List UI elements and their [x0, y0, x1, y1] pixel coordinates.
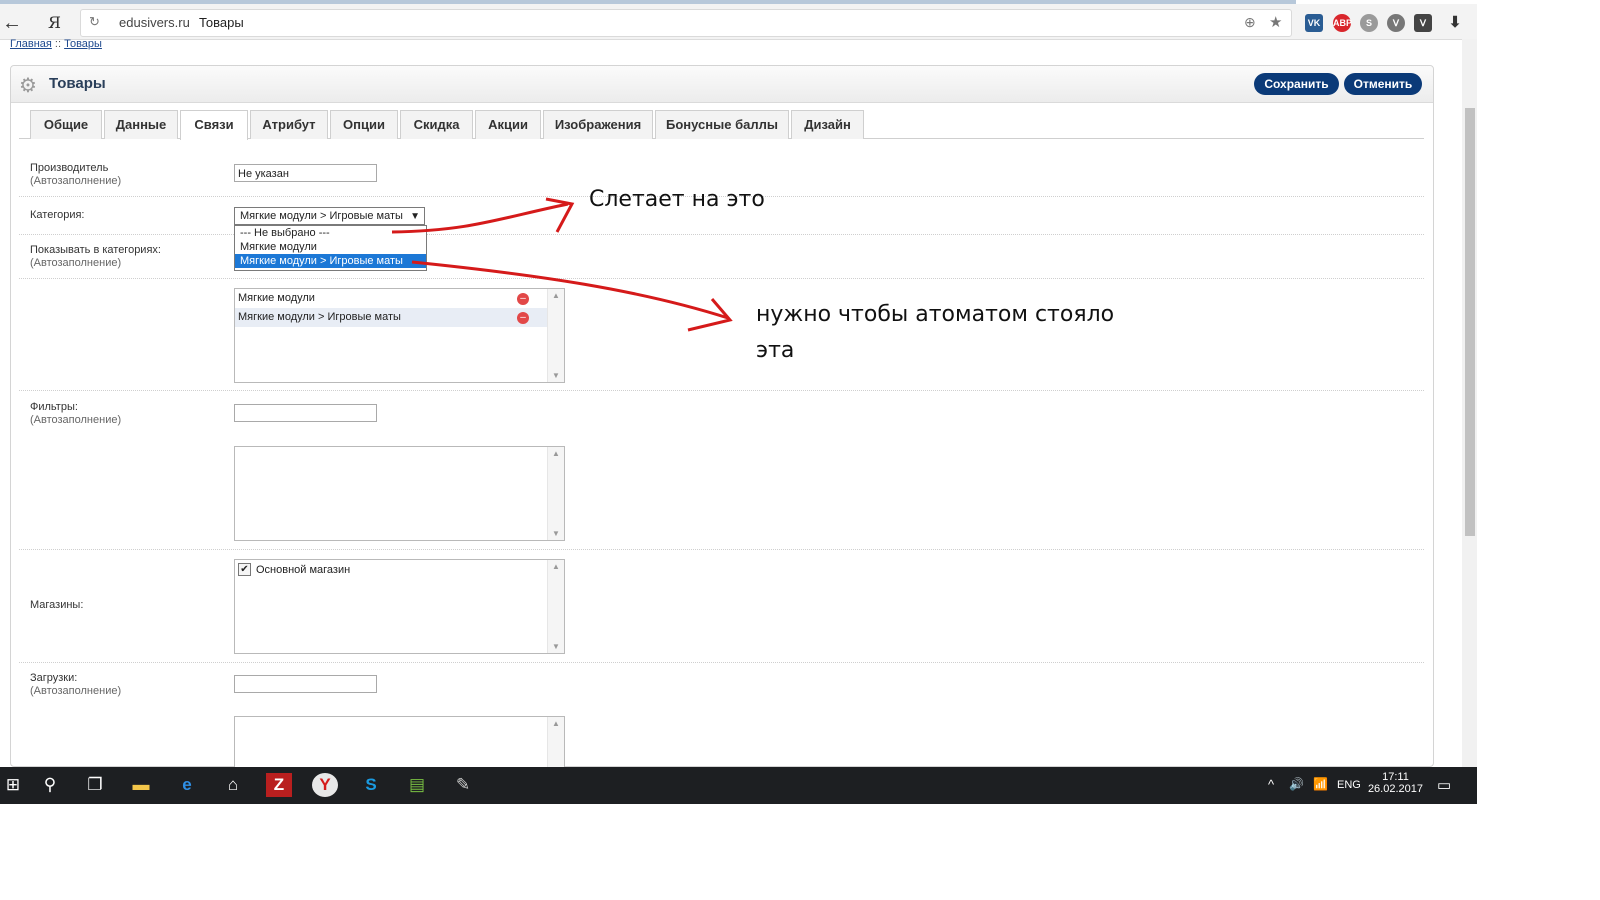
annotation-arrow-1: [391, 202, 569, 234]
network-icon[interactable]: 📶: [1313, 777, 1328, 791]
paint-icon[interactable]: ✎: [450, 773, 476, 797]
filezilla-icon[interactable]: Z: [266, 773, 292, 797]
windows-taskbar: ⊞ ⚲ ❐ ▬ e ⌂ Z Y S ▤ ✎ ^ 🔊 📶 ENG 17:11 26…: [0, 767, 1477, 804]
file-explorer-icon[interactable]: ▬: [128, 773, 154, 797]
annotation-arrows: [391, 197, 733, 332]
page-scrollbar-thumb[interactable]: [1465, 108, 1475, 536]
annotation-text: нужно чтобы атоматом стояло: [756, 302, 1115, 327]
volume-icon[interactable]: 🔊: [1289, 777, 1304, 791]
start-icon[interactable]: ⊞: [0, 773, 26, 797]
clock-date: 26.02.2017: [1367, 783, 1423, 795]
language-indicator[interactable]: ENG: [1337, 779, 1361, 791]
notifications-icon[interactable]: ▭: [1437, 776, 1451, 794]
tray-chevron-icon[interactable]: ^: [1268, 777, 1274, 792]
annotation-text: Слетает на это: [589, 187, 765, 212]
yandex-browser-icon[interactable]: Y: [312, 773, 338, 797]
notepad-icon[interactable]: ▤: [404, 773, 430, 797]
skype-icon[interactable]: S: [358, 773, 384, 797]
annotation-arrowhead-1: [545, 197, 575, 233]
annotation-text: эта: [756, 338, 795, 363]
store-icon[interactable]: ⌂: [220, 773, 246, 797]
annotation-arrowhead-2: [687, 298, 733, 332]
annotation-arrow-2: [411, 260, 729, 320]
edge-icon[interactable]: e: [174, 773, 200, 797]
clock[interactable]: 17:11 26.02.2017: [1368, 771, 1423, 795]
search-icon[interactable]: ⚲: [37, 773, 63, 797]
clock-time: 17:11: [1382, 771, 1409, 783]
task-view-icon[interactable]: ❐: [82, 773, 108, 797]
